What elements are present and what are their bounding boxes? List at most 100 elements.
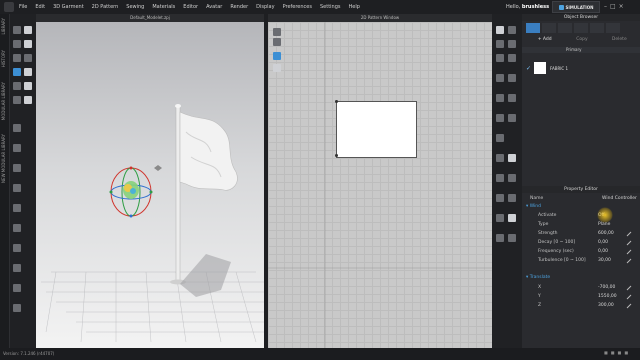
tab-fabric[interactable] xyxy=(574,23,588,33)
select-tool-icon[interactable] xyxy=(13,26,21,34)
prop-value[interactable]: 0,00 xyxy=(598,238,608,247)
polygon-tool-icon[interactable] xyxy=(273,52,281,60)
tool-icon[interactable] xyxy=(496,154,504,162)
pattern-point[interactable] xyxy=(335,154,338,157)
tool-icon[interactable] xyxy=(496,40,504,48)
rectangle-tool-icon[interactable] xyxy=(273,64,281,72)
menu-display[interactable]: Display xyxy=(256,4,274,10)
wind-controller-gizmo[interactable] xyxy=(109,165,163,218)
prop-row-decay[interactable]: Decay [0 ~ 100] 0,00 xyxy=(522,238,640,247)
prop-value[interactable]: 30,00 xyxy=(598,256,611,265)
arrangement-tool-icon[interactable] xyxy=(13,68,21,76)
tool-icon[interactable] xyxy=(508,194,516,202)
viewport-2d[interactable] xyxy=(268,22,492,348)
pattern-point[interactable] xyxy=(335,100,338,103)
prop-row-turbulence[interactable]: Turbulence [0 ~ 100] 30,00 xyxy=(522,256,640,265)
prop-value[interactable]: 300,00 xyxy=(598,301,614,310)
zipper-tool-icon[interactable] xyxy=(13,204,21,212)
prop-row-activate[interactable]: Activate Off xyxy=(522,211,640,220)
menu-avatar[interactable]: Avatar xyxy=(206,4,222,10)
tool-icon[interactable] xyxy=(508,74,516,82)
button-tool-icon[interactable] xyxy=(13,184,21,192)
tool-icon[interactable] xyxy=(496,74,504,82)
copy-button[interactable]: Copy xyxy=(563,36,600,44)
menu-settings[interactable]: Settings xyxy=(320,4,341,10)
trim-tool-icon[interactable] xyxy=(13,264,21,272)
tool-icon[interactable] xyxy=(508,214,516,222)
tab-button[interactable] xyxy=(590,23,604,33)
hand-tool-icon[interactable] xyxy=(24,96,32,104)
edit-tool-icon[interactable] xyxy=(13,304,21,312)
primary-section[interactable]: Primary xyxy=(522,47,640,53)
window-controls[interactable]: –□× xyxy=(604,3,627,10)
tape-tool-icon[interactable] xyxy=(13,96,21,104)
fabric-pattern-piece[interactable] xyxy=(335,100,417,158)
tool-icon[interactable] xyxy=(496,214,504,222)
translate-group-header[interactable]: ▾ Translate xyxy=(526,275,550,280)
tool-icon[interactable] xyxy=(496,174,504,182)
menu-help[interactable]: Help xyxy=(349,4,360,10)
line-tool-icon[interactable] xyxy=(13,144,21,152)
edit-pencil-icon[interactable] xyxy=(626,294,632,300)
tool-icon[interactable] xyxy=(508,234,516,242)
delete-button[interactable]: Delete xyxy=(601,36,638,44)
menu-3d-garment[interactable]: 3D Garment xyxy=(53,4,84,10)
edit-pattern-icon[interactable] xyxy=(273,28,281,36)
puckering-tool-icon[interactable] xyxy=(13,284,21,292)
menu-edit[interactable]: Edit xyxy=(35,4,45,10)
transform-pattern-icon[interactable] xyxy=(273,38,281,46)
prop-row-strength[interactable]: Strength 600,00 xyxy=(522,229,640,238)
sidebar-modular-library[interactable]: MODULAR LIBRARY xyxy=(1,82,9,120)
texture-tool-icon[interactable] xyxy=(13,244,21,252)
tool-icon[interactable] xyxy=(496,134,504,142)
tool-icon[interactable] xyxy=(508,154,516,162)
edit-pencil-icon[interactable] xyxy=(626,258,632,264)
tool-icon[interactable] xyxy=(508,54,516,62)
tool-icon[interactable] xyxy=(508,94,516,102)
prop-row-y[interactable]: Y 1550,00 xyxy=(522,292,640,301)
menu-preferences[interactable]: Preferences xyxy=(283,4,312,10)
edit-pencil-icon[interactable] xyxy=(626,249,632,255)
tool-icon[interactable] xyxy=(496,234,504,242)
tool-icon[interactable] xyxy=(496,54,504,62)
measure-tool-icon[interactable] xyxy=(24,54,32,62)
graphic-tool-icon[interactable] xyxy=(13,224,21,232)
edit-pencil-icon[interactable] xyxy=(626,231,632,237)
tab-garment[interactable] xyxy=(526,23,540,33)
viewport-3d[interactable] xyxy=(36,22,264,348)
menu-editor[interactable]: Editor xyxy=(183,4,198,10)
edit-pencil-icon[interactable] xyxy=(626,303,632,309)
sidebar-history[interactable]: HISTORY xyxy=(1,50,9,67)
prop-value[interactable]: -700,00 xyxy=(598,283,615,292)
tab-scene[interactable] xyxy=(558,23,572,33)
menu-2d-pattern[interactable]: 2D Pattern xyxy=(92,4,119,10)
menu-file[interactable]: File xyxy=(19,4,27,10)
tool-icon[interactable] xyxy=(508,174,516,182)
user-greeting[interactable]: Hello, brushless xyxy=(506,4,549,10)
prop-value[interactable]: 1550,00 xyxy=(598,292,617,301)
tool-icon[interactable] xyxy=(496,94,504,102)
flag-cloth[interactable] xyxy=(179,111,238,191)
prop-row-x[interactable]: X -700,00 xyxy=(522,283,640,292)
tool-icon[interactable] xyxy=(508,26,516,34)
wind-group-header[interactable]: ▾ Wind xyxy=(526,204,541,209)
pin-tool-icon[interactable] xyxy=(24,40,32,48)
menu-materials[interactable]: Materials xyxy=(152,4,175,10)
tool-icon[interactable] xyxy=(508,114,516,122)
simulation-mode-tab[interactable]: SIMULATION xyxy=(552,1,600,13)
tab-avatar[interactable] xyxy=(542,23,556,33)
menu-render[interactable]: Render xyxy=(230,4,248,10)
fabric-list-item[interactable]: ✓ FABRIC 1 xyxy=(522,61,640,75)
prop-row-z[interactable]: Z 300,00 xyxy=(522,301,640,310)
tab-topstitch[interactable] xyxy=(606,23,620,33)
menu-sewing[interactable]: Sewing xyxy=(126,4,144,10)
tool-icon[interactable] xyxy=(496,194,504,202)
sidebar-library[interactable]: LIBRARY xyxy=(1,18,9,34)
sim-tool-icon[interactable] xyxy=(496,26,504,34)
edit-pencil-icon[interactable] xyxy=(626,240,632,246)
status-icons[interactable]: ■■■■ xyxy=(604,350,631,355)
prop-row-frequency[interactable]: Frequency (sec) 0,00 xyxy=(522,247,640,256)
add-button[interactable]: + Add xyxy=(526,36,563,44)
prop-value[interactable]: 600,00 xyxy=(598,229,614,238)
fold-tool-icon[interactable] xyxy=(13,54,21,62)
